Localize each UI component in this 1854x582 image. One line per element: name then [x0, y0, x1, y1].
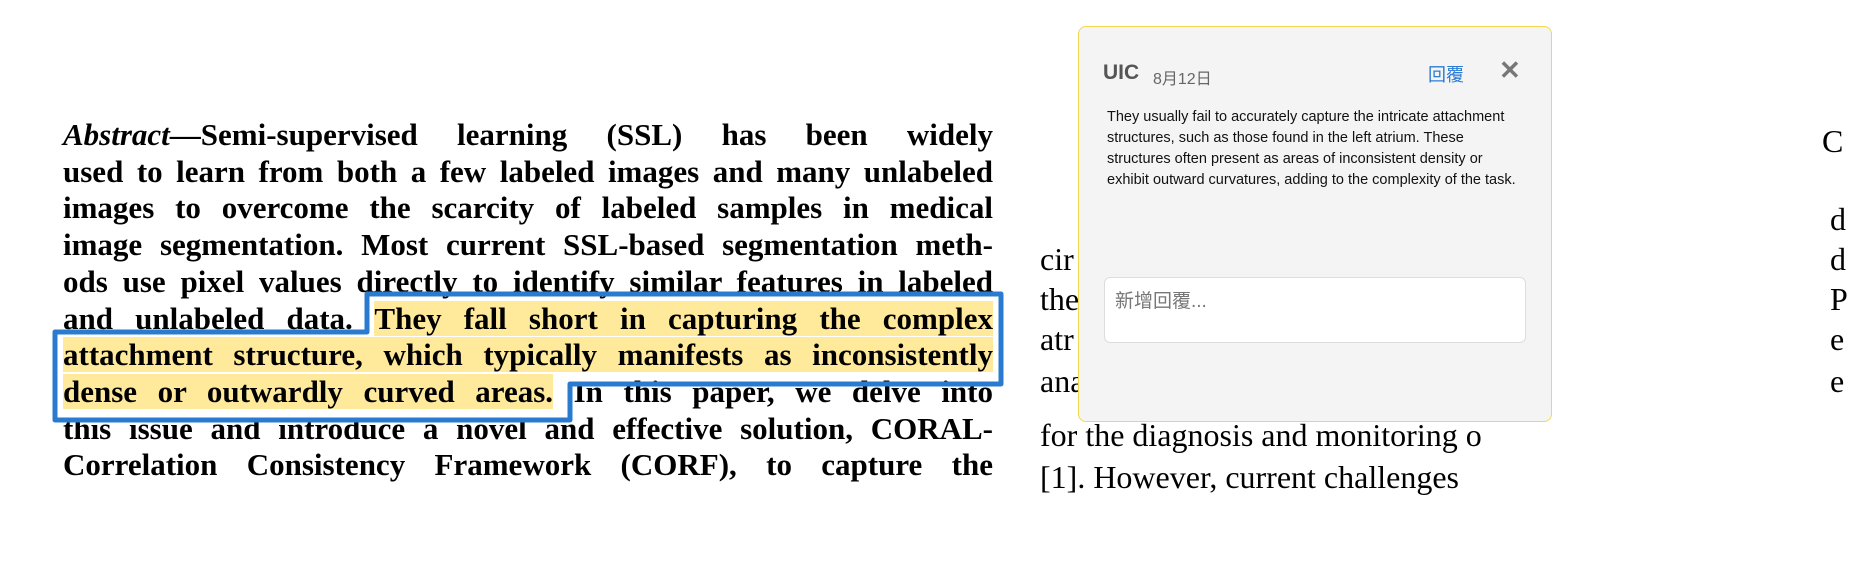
- intro-fragment: C: [1822, 123, 1844, 159]
- text-span: Correlation Consistency Framework (CORF)…: [63, 447, 993, 482]
- abstract-line: and unlabeled data. They fall short in c…: [63, 301, 993, 337]
- abstract-line: Abstract—Semi-supervised learning (SSL) …: [63, 117, 993, 153]
- text-span: and unlabeled data.: [63, 301, 375, 336]
- intro-fragment: d: [1830, 241, 1846, 277]
- close-icon[interactable]: ✕: [1499, 55, 1521, 86]
- reply-input[interactable]: [1104, 277, 1526, 343]
- abstract-line: image segmentation. Most current SSL-bas…: [63, 227, 993, 263]
- comment-author: UIC: [1103, 61, 1140, 84]
- highlighted-text[interactable]: They fall short in capturing the complex: [374, 301, 993, 336]
- intro-fragment: the: [1040, 281, 1080, 317]
- comment-date: 8月12日: [1153, 71, 1212, 88]
- intro-fragment: e: [1830, 321, 1845, 357]
- intro-fragment: P: [1830, 281, 1848, 317]
- intro-fragment: d: [1830, 201, 1846, 237]
- abstract-line: Correlation Consistency Framework (CORF)…: [63, 447, 993, 483]
- text-span: this issue and introduce a novel and eff…: [63, 411, 993, 446]
- highlighted-text[interactable]: attachment structure, which typically ma…: [63, 337, 993, 372]
- abstract-line: used to learn from both a few labeled im…: [63, 154, 993, 190]
- text-span: used to learn from both a few labeled im…: [63, 154, 993, 189]
- abstract-line: this issue and introduce a novel and eff…: [63, 411, 993, 447]
- abstract-line: attachment structure, which typically ma…: [63, 337, 993, 373]
- intro-line: [1]. However, current challenges: [1040, 459, 1459, 495]
- text-span: In this paper, we delve into: [553, 374, 993, 409]
- intro-fragment: atr: [1040, 321, 1074, 357]
- intro-fragment: cir: [1040, 241, 1074, 277]
- intro-fragment: e: [1830, 363, 1845, 399]
- abstract-line: ods use pixel values directly to identif…: [63, 264, 993, 300]
- text-span: Abstract: [63, 117, 170, 152]
- abstract-line: images to overcome the scarcity of label…: [63, 190, 993, 226]
- text-span: —Semi-supervised learning (SSL) has been…: [169, 117, 993, 152]
- text-span: ods use pixel values directly to identif…: [63, 264, 993, 299]
- text-span: images to overcome the scarcity of label…: [63, 190, 993, 225]
- highlighted-text[interactable]: dense or outwardly curved areas.: [63, 374, 554, 409]
- comment-text: They usually fail to accurately capture …: [1107, 109, 1516, 188]
- comment-popup: UIC 8月12日 回覆 ✕ They usually fail to accu…: [1078, 26, 1552, 422]
- text-span: image segmentation. Most current SSL-bas…: [63, 227, 993, 262]
- reply-button[interactable]: 回覆: [1428, 61, 1464, 87]
- abstract-line: dense or outwardly curved areas. In this…: [63, 374, 993, 410]
